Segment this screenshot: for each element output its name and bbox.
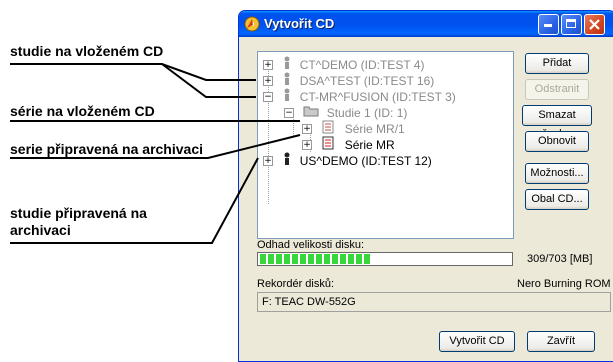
arrow-series-ready [10,134,301,159]
arrow-study-on-cd [10,63,256,81]
arrow-study-ready [10,157,259,244]
annotation-arrows [10,63,301,244]
